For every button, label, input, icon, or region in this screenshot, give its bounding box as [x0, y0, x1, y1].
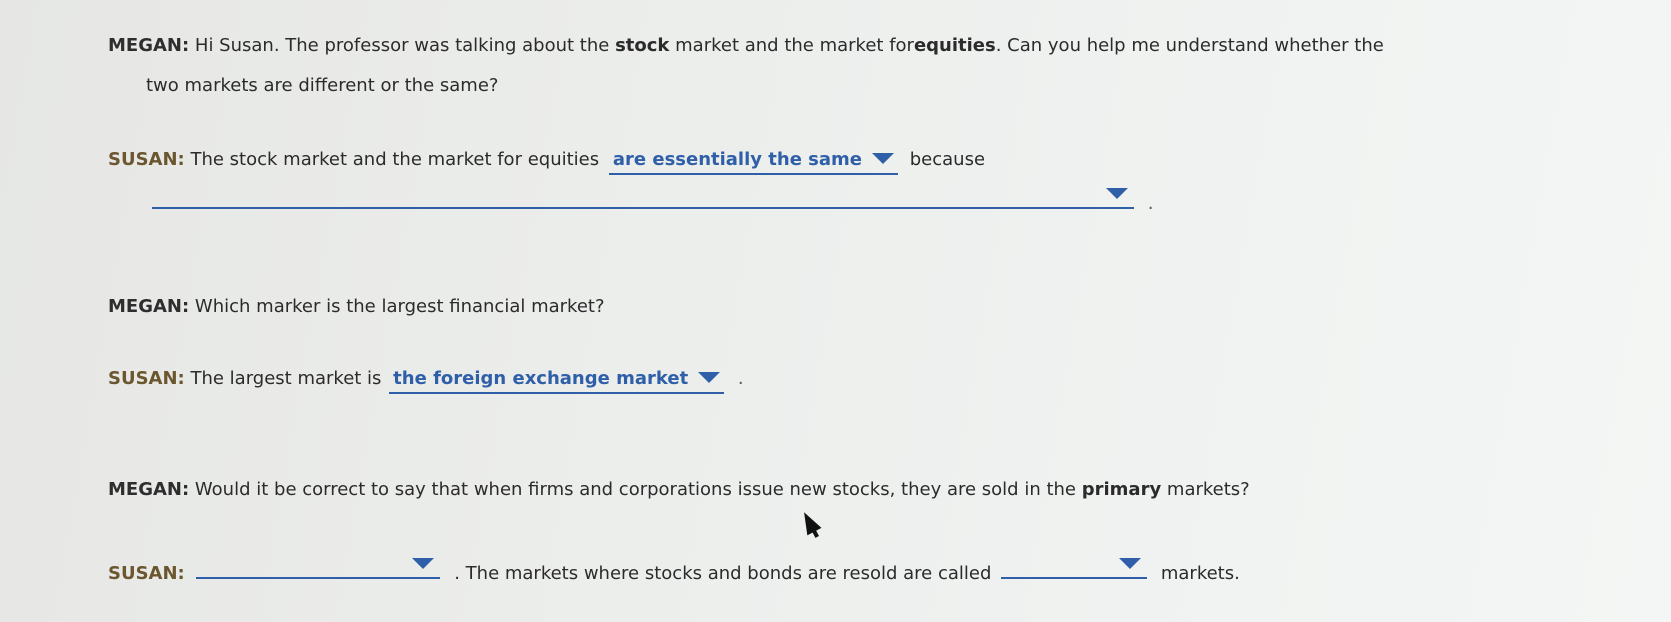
q2-dropdown-value: the foreign exchange market [393, 368, 689, 389]
q3-megan-bold-primary: primary [1081, 479, 1162, 500]
caret-down-icon [412, 558, 435, 569]
susan-speaker-label: SUSAN: [108, 563, 185, 584]
q1-susan-line2: . [152, 182, 1153, 216]
mouse-pointer-icon [797, 508, 822, 536]
q1-susan-line: SUSAN: The stock market and the market f… [108, 148, 985, 175]
q2-megan-text: Which marker is the largest financial ma… [194, 296, 605, 317]
q1-dropdown-1-value: are essentially the same [612, 149, 862, 170]
caret-down-icon [1106, 188, 1128, 199]
megan-speaker-label: MEGAN: [108, 479, 190, 500]
q3-megan-line: MEGAN: Would it be correct to say that w… [108, 478, 1250, 502]
q1-susan-text-1: The stock market and the market for equi… [190, 149, 600, 170]
q3-megan-text-1: Would it be correct to say that when fir… [194, 479, 1076, 500]
caret-down-icon [1119, 558, 1142, 569]
caret-down-icon [698, 371, 721, 383]
susan-speaker-label: SUSAN: [108, 149, 185, 170]
q3-susan-text-2: markets. [1160, 563, 1240, 584]
q1-megan-text-line2: two markets are different or the same? [146, 75, 499, 96]
q1-dropdown-2[interactable] [152, 182, 1134, 209]
q2-megan-line: MEGAN: Which marker is the largest finan… [108, 295, 605, 319]
q2-end-punct: . [737, 368, 744, 389]
q1-megan-line1: MEGAN: Hi Susan. The professor was talki… [108, 34, 1384, 58]
page: { "q1": { "megan_speaker": "MEGAN:", "me… [0, 0, 1671, 622]
megan-speaker-label: MEGAN: [108, 296, 190, 317]
q1-susan-text-2: because [909, 149, 986, 170]
susan-speaker-label: SUSAN: [108, 368, 185, 389]
q1-megan-bold-equities: equities [913, 35, 996, 56]
q1-megan-line2: two markets are different or the same? [146, 74, 498, 98]
q1-megan-text-3: . Can you help me understand whether the [995, 35, 1384, 56]
megan-speaker-label: MEGAN: [108, 35, 190, 56]
caret-down-icon [872, 152, 894, 164]
q1-megan-text-1: Hi Susan. The professor was talking abou… [194, 35, 610, 56]
q3-susan-text-1: . The markets where stocks and bonds are… [454, 563, 992, 584]
q3-megan-text-2: markets? [1166, 479, 1250, 500]
q2-dropdown[interactable]: the foreign exchange market [389, 367, 725, 394]
q1-megan-bold-stock: stock [615, 35, 670, 56]
q3-dropdown-1[interactable] [196, 552, 441, 579]
q2-susan-text: The largest market is [190, 368, 382, 389]
q2-susan-line: SUSAN: The largest market is the foreign… [108, 367, 744, 394]
q1-end-punct: . [1147, 193, 1154, 214]
q1-dropdown-1[interactable]: are essentially the same [608, 148, 898, 175]
q3-susan-line: SUSAN: . The markets where stocks and bo… [108, 552, 1240, 586]
q3-dropdown-2[interactable] [1001, 552, 1148, 579]
q1-megan-text-2: market and the market for [675, 35, 914, 56]
